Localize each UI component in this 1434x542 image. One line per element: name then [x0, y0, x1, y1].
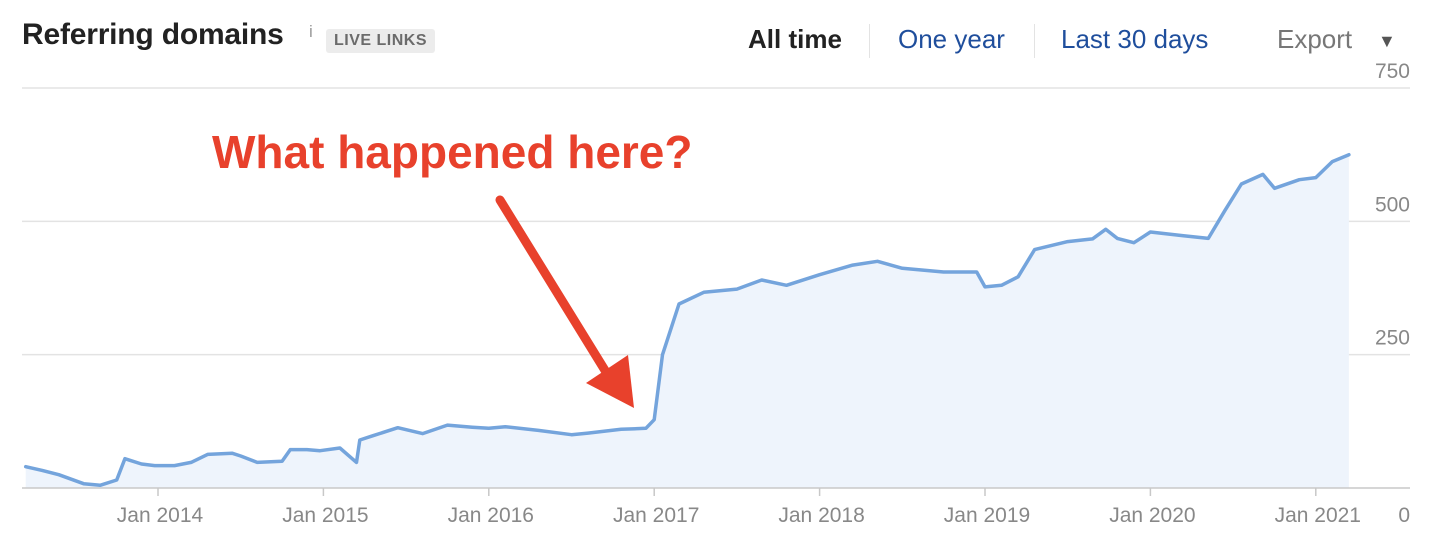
x-tick-labels: Jan 2014 Jan 2015 Jan 2016 Jan 2017 Jan 2018…: [117, 488, 1361, 527]
y-tick-label: 500: [1375, 193, 1410, 216]
y-tick-label: 750: [1375, 60, 1410, 83]
x-tick-label: Jan 2016: [448, 504, 534, 527]
referring-domains-chart: 0250500750 Jan 2014 Jan 2015 Jan 2016 Jan 2…: [22, 60, 1410, 527]
x-tick-label: Jan 2021: [1275, 504, 1361, 527]
area-fill: [25, 154, 1349, 488]
y-tick-label: 250: [1375, 327, 1410, 350]
x-tick-label: Jan 2015: [282, 504, 368, 527]
y-tick-label: 0: [1398, 504, 1410, 527]
annotation: What happened here?: [212, 126, 692, 408]
x-tick-label: Jan 2019: [944, 504, 1030, 527]
annotation-arrow-shaft: [495, 195, 611, 377]
y-tick-labels: 0 250 500 750: [1375, 60, 1410, 527]
x-tick-label: Jan 2014: [117, 504, 204, 527]
x-tick-label: Jan 2017: [613, 504, 699, 527]
x-tick-label: Jan 2020: [1109, 504, 1195, 527]
annotation-arrow-head: [586, 355, 634, 408]
annotation-text: What happened here?: [212, 126, 692, 178]
x-tick-label: Jan 2018: [778, 504, 864, 527]
